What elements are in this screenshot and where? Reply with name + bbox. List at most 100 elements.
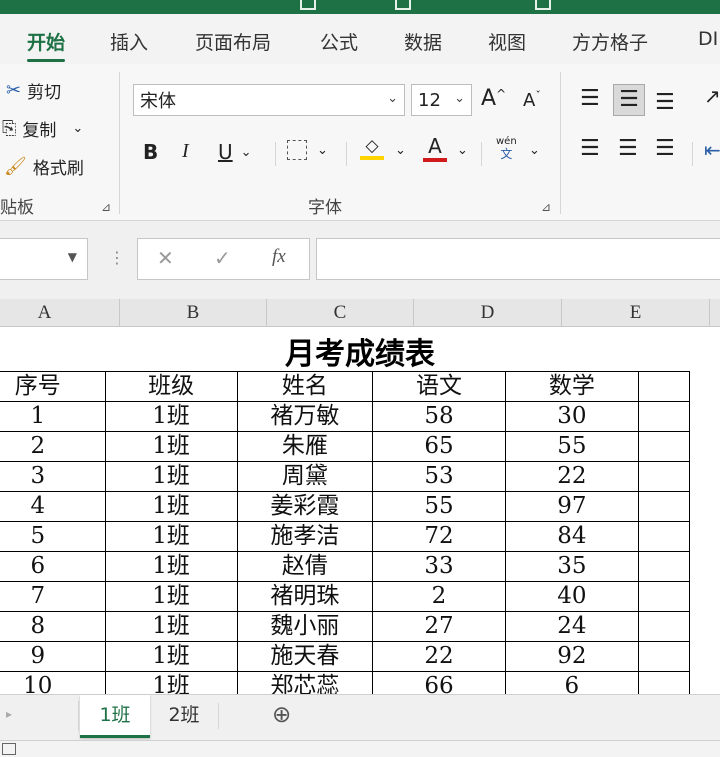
cell-class[interactable]: 1班 (104, 401, 238, 432)
cut-button[interactable]: ✂ 剪切 (6, 78, 61, 103)
tab-fangfang[interactable]: 方方格子 (572, 28, 648, 55)
bold-button[interactable]: B (143, 140, 158, 164)
header-cell-name[interactable]: 姓名 (236, 371, 374, 402)
cell-math[interactable]: 24 (504, 611, 639, 642)
cell-index[interactable]: 6 (0, 551, 106, 582)
align-left-icon[interactable]: ☰ (580, 136, 600, 161)
font-size-select[interactable]: 12 ⌄ (411, 84, 472, 116)
cell-chinese[interactable]: 53 (372, 461, 506, 492)
format-painter-button[interactable]: 🖌 格式刷 (4, 154, 84, 179)
cell-chinese[interactable]: 65 (372, 431, 506, 462)
cell-class[interactable]: 1班 (104, 461, 238, 492)
empty-cell[interactable] (637, 521, 691, 552)
header-cell-math[interactable]: 数学 (504, 371, 639, 402)
cell-chinese[interactable]: 2 (372, 581, 506, 612)
sheet-title[interactable]: 月考成绩表 (0, 329, 720, 372)
empty-cell[interactable] (637, 431, 691, 462)
tab-home[interactable]: 开始 (27, 28, 66, 62)
header-cell-index[interactable]: 序号 (0, 371, 106, 402)
column-header-f[interactable] (710, 299, 720, 327)
grow-font-button[interactable]: A ^ (481, 86, 506, 111)
font-color-button[interactable]: A (423, 134, 447, 162)
cell-name[interactable]: 周黛 (236, 461, 374, 492)
cell-chinese[interactable]: 22 (372, 641, 506, 672)
column-header-a[interactable]: A (0, 299, 120, 327)
cell-chinese[interactable]: 72 (372, 521, 506, 552)
window-icon[interactable] (535, 0, 551, 10)
empty-cell[interactable] (637, 461, 691, 492)
cell-name[interactable]: 褚万敏 (236, 401, 374, 432)
tab-insert[interactable]: 插入 (110, 28, 148, 55)
borders-button[interactable]: ⌄ (287, 140, 328, 160)
empty-cell[interactable] (637, 581, 691, 612)
cell-math[interactable]: 97 (504, 491, 639, 522)
cell-name[interactable]: 赵倩 (236, 551, 374, 582)
empty-cell[interactable] (637, 371, 691, 402)
tab-data[interactable]: 数据 (404, 28, 442, 55)
cell-index[interactable]: 4 (0, 491, 106, 522)
tab-view[interactable]: 视图 (488, 28, 526, 55)
cell-class[interactable]: 1班 (104, 641, 238, 672)
decrease-indent-icon[interactable]: ⇤ (704, 138, 720, 162)
cell-math[interactable]: 35 (504, 551, 639, 582)
dialog-launcher-icon[interactable]: ⊿ (101, 200, 111, 214)
cell-name[interactable]: 施天春 (236, 641, 374, 672)
cell-name[interactable]: 魏小丽 (236, 611, 374, 642)
empty-cell[interactable] (637, 401, 691, 432)
header-cell-class[interactable]: 班级 (104, 371, 238, 402)
sheet-tab-2[interactable]: 2班 (152, 695, 216, 735)
cell-math[interactable]: 22 (504, 461, 639, 492)
align-right-icon[interactable]: ☰ (655, 136, 675, 161)
column-header-e[interactable]: E (562, 299, 710, 327)
cell-class[interactable]: 1班 (104, 671, 238, 694)
cancel-icon[interactable]: ✕ (157, 246, 174, 270)
align-bottom-icon[interactable]: ☰ (655, 90, 675, 115)
font-name-select[interactable]: 宋体 ⌄ (133, 84, 405, 116)
cell-class[interactable]: 1班 (104, 431, 238, 462)
scroll-left-icon[interactable]: ▸ (6, 707, 12, 721)
cell-index[interactable]: 2 (0, 431, 106, 462)
italic-button[interactable]: I (182, 140, 189, 163)
enter-icon[interactable]: ✓ (214, 246, 231, 270)
drag-handle-icon[interactable]: ⋮ (109, 248, 125, 267)
save-icon[interactable] (300, 0, 316, 10)
cell-name[interactable]: 施孝洁 (236, 521, 374, 552)
align-center-icon[interactable]: ☰ (618, 136, 638, 161)
cell-class[interactable]: 1班 (104, 551, 238, 582)
insert-function-icon[interactable]: fx (272, 246, 286, 268)
align-top-icon[interactable]: ☰ (580, 86, 600, 111)
cell-index[interactable]: 10 (0, 671, 106, 694)
cell-chinese[interactable]: 58 (372, 401, 506, 432)
cell-name[interactable]: 姜彩霞 (236, 491, 374, 522)
sheet-tab-1[interactable]: 1班 (80, 695, 150, 738)
empty-cell[interactable] (637, 491, 691, 522)
tab-di[interactable]: DI (698, 28, 718, 50)
tab-formulas[interactable]: 公式 (320, 28, 358, 55)
cell-class[interactable]: 1班 (104, 611, 238, 642)
cell-index[interactable]: 8 (0, 611, 106, 642)
column-header-c[interactable]: C (267, 299, 414, 327)
header-cell-chinese[interactable]: 语文 (372, 371, 506, 402)
cell-chinese[interactable]: 33 (372, 551, 506, 582)
cell-math[interactable]: 30 (504, 401, 639, 432)
chevron-down-icon[interactable]: ⌄ (457, 143, 468, 158)
copy-button[interactable]: ⎘ 复制 ⌄ (2, 116, 83, 141)
column-header-d[interactable]: D (414, 299, 562, 327)
cell-class[interactable]: 1班 (104, 581, 238, 612)
cell-name[interactable]: 朱雁 (236, 431, 374, 462)
cell-index[interactable]: 7 (0, 581, 106, 612)
cell-math[interactable]: 6 (504, 671, 639, 694)
cell-math[interactable]: 92 (504, 641, 639, 672)
orientation-icon[interactable]: ↗ (704, 84, 720, 108)
cell-index[interactable]: 1 (0, 401, 106, 432)
underline-button[interactable]: U ⌄ (218, 140, 252, 164)
cell-chinese[interactable]: 27 (372, 611, 506, 642)
formula-input[interactable] (316, 238, 720, 280)
cell-math[interactable]: 55 (504, 431, 639, 462)
sort-icon[interactable] (395, 0, 411, 10)
empty-cell[interactable] (637, 551, 691, 582)
dialog-launcher-icon[interactable]: ⊿ (541, 200, 551, 214)
empty-cell[interactable] (637, 671, 691, 694)
cell-index[interactable]: 5 (0, 521, 106, 552)
cell-class[interactable]: 1班 (104, 521, 238, 552)
